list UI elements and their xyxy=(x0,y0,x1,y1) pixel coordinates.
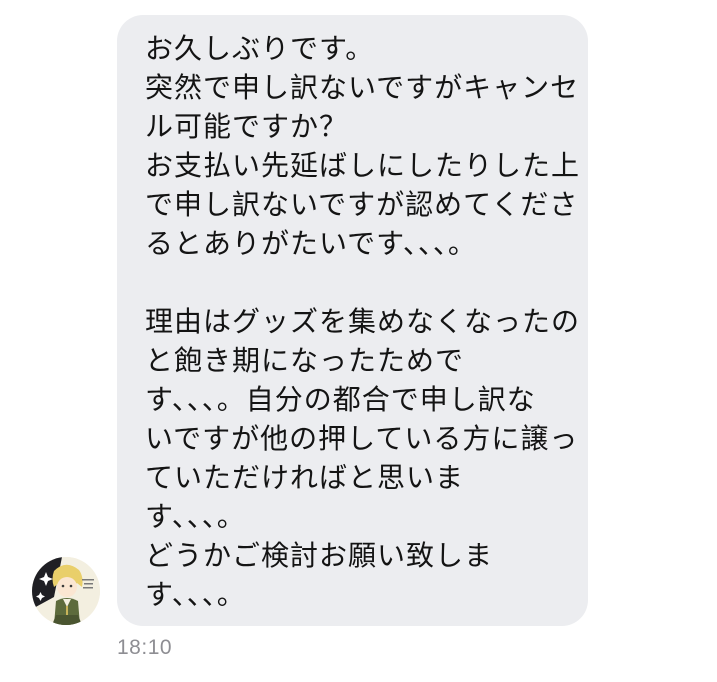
message-line: す、、、。 xyxy=(145,500,246,533)
message-line: す、、、。自分の都合で申し訳な xyxy=(145,383,536,416)
message-timestamp: 18:10 xyxy=(117,636,173,659)
message-line-blank xyxy=(145,263,580,302)
message-line: 理由はグッズを集めなくなったの xyxy=(145,305,581,338)
chat-screen: お久しぶりです。 突然で申し訳ないですがキャンセ ル可能ですか？ お支払い先延ば… xyxy=(0,0,717,682)
message-line: いですが他の押している方に譲っ xyxy=(145,422,579,455)
message-line: ル可能ですか？ xyxy=(145,110,349,143)
message-line: と飽き期になったためで xyxy=(145,344,465,377)
message-line: るとありがたいです、、、。 xyxy=(145,227,477,260)
message-text: お久しぶりです。 突然で申し訳ないですがキャンセ ル可能ですか？ お支払い先延ば… xyxy=(145,29,580,614)
message-line: お久しぶりです。 xyxy=(145,32,375,65)
message-line: す、、、。 xyxy=(145,578,246,611)
message-line: ていただければと思いま xyxy=(145,461,465,494)
message-line: どうかご検討お願い致しま xyxy=(145,539,494,572)
sender-avatar-icon[interactable] xyxy=(32,557,100,625)
message-line: 突然で申し訳ないですがキャンセ xyxy=(145,71,580,104)
message-line: お支払い先延ばしにしたりした上 xyxy=(145,149,581,182)
message-line: で申し訳ないですが認めてくださ xyxy=(145,188,579,221)
